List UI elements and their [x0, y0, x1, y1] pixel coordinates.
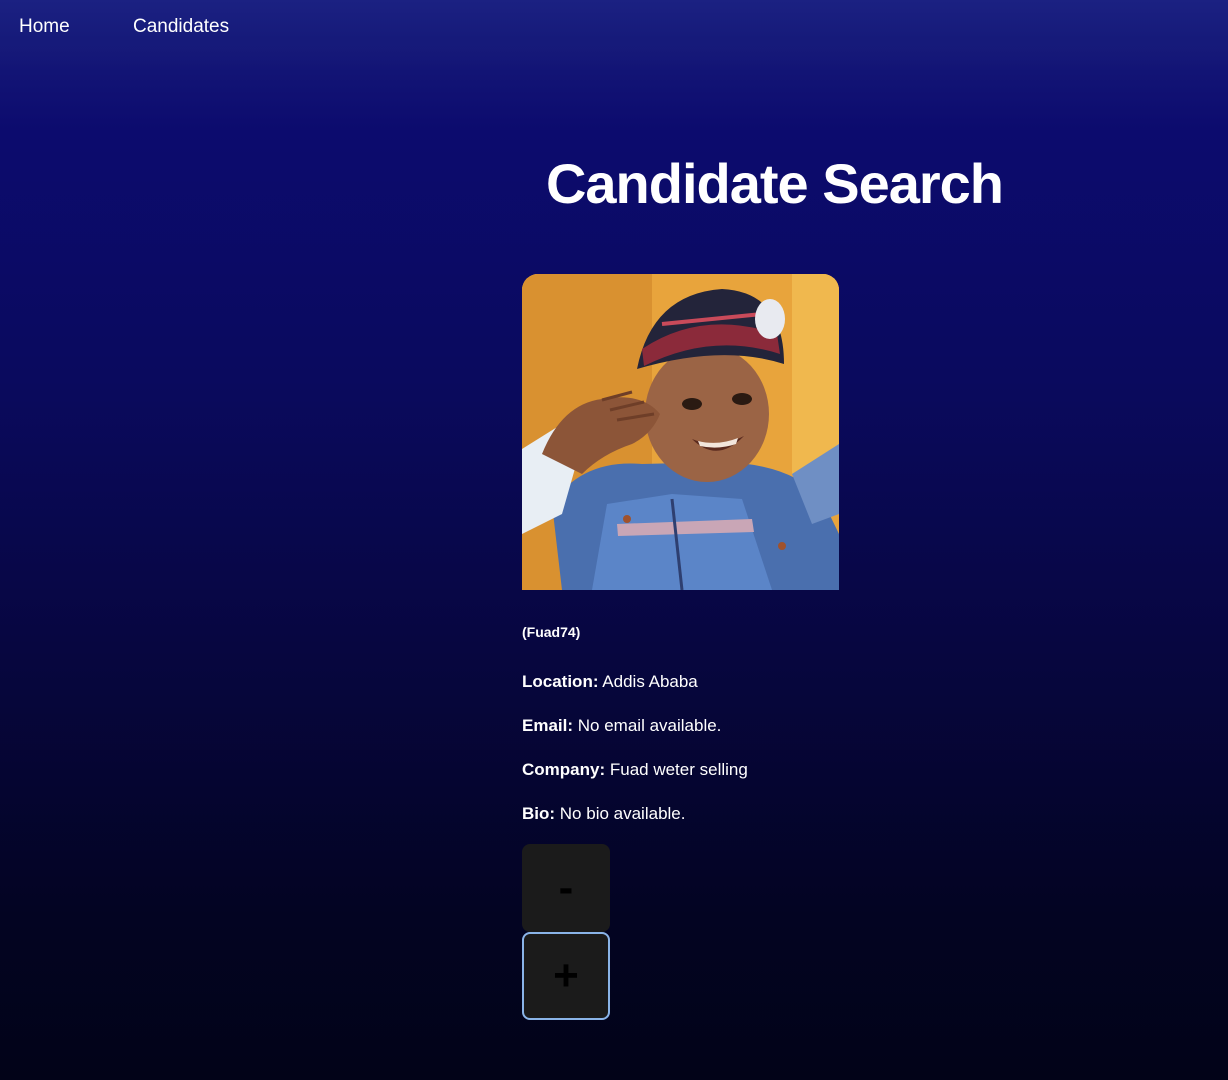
reject-candidate-button[interactable]: - — [522, 844, 610, 932]
accept-candidate-button[interactable]: + — [522, 932, 610, 1020]
bio-value: No bio available. — [559, 804, 686, 823]
candidate-avatar — [522, 274, 839, 590]
candidate-username: (Fuad74) — [522, 624, 581, 640]
company-label: Company: — [522, 760, 606, 779]
location-value: Addis Ababa — [602, 672, 698, 691]
nav-home-link[interactable]: Home — [19, 16, 70, 38]
email-value: No email available. — [577, 716, 722, 735]
email-label: Email: — [522, 716, 574, 735]
candidate-email: Email: No email available. — [522, 715, 721, 737]
candidate-location: Location: Addis Ababa — [522, 671, 698, 693]
top-nav: Home Candidates — [0, 0, 1228, 66]
page-title: Candidate Search — [545, 152, 1004, 215]
location-label: Location: — [522, 672, 599, 691]
candidate-bio: Bio: No bio available. — [522, 803, 685, 825]
company-value: Fuad weter selling — [609, 760, 748, 779]
bio-label: Bio: — [522, 804, 556, 823]
nav-candidates-link[interactable]: Candidates — [133, 16, 229, 38]
candidate-company: Company: Fuad weter selling — [522, 759, 748, 781]
avatar-photo — [522, 274, 839, 590]
